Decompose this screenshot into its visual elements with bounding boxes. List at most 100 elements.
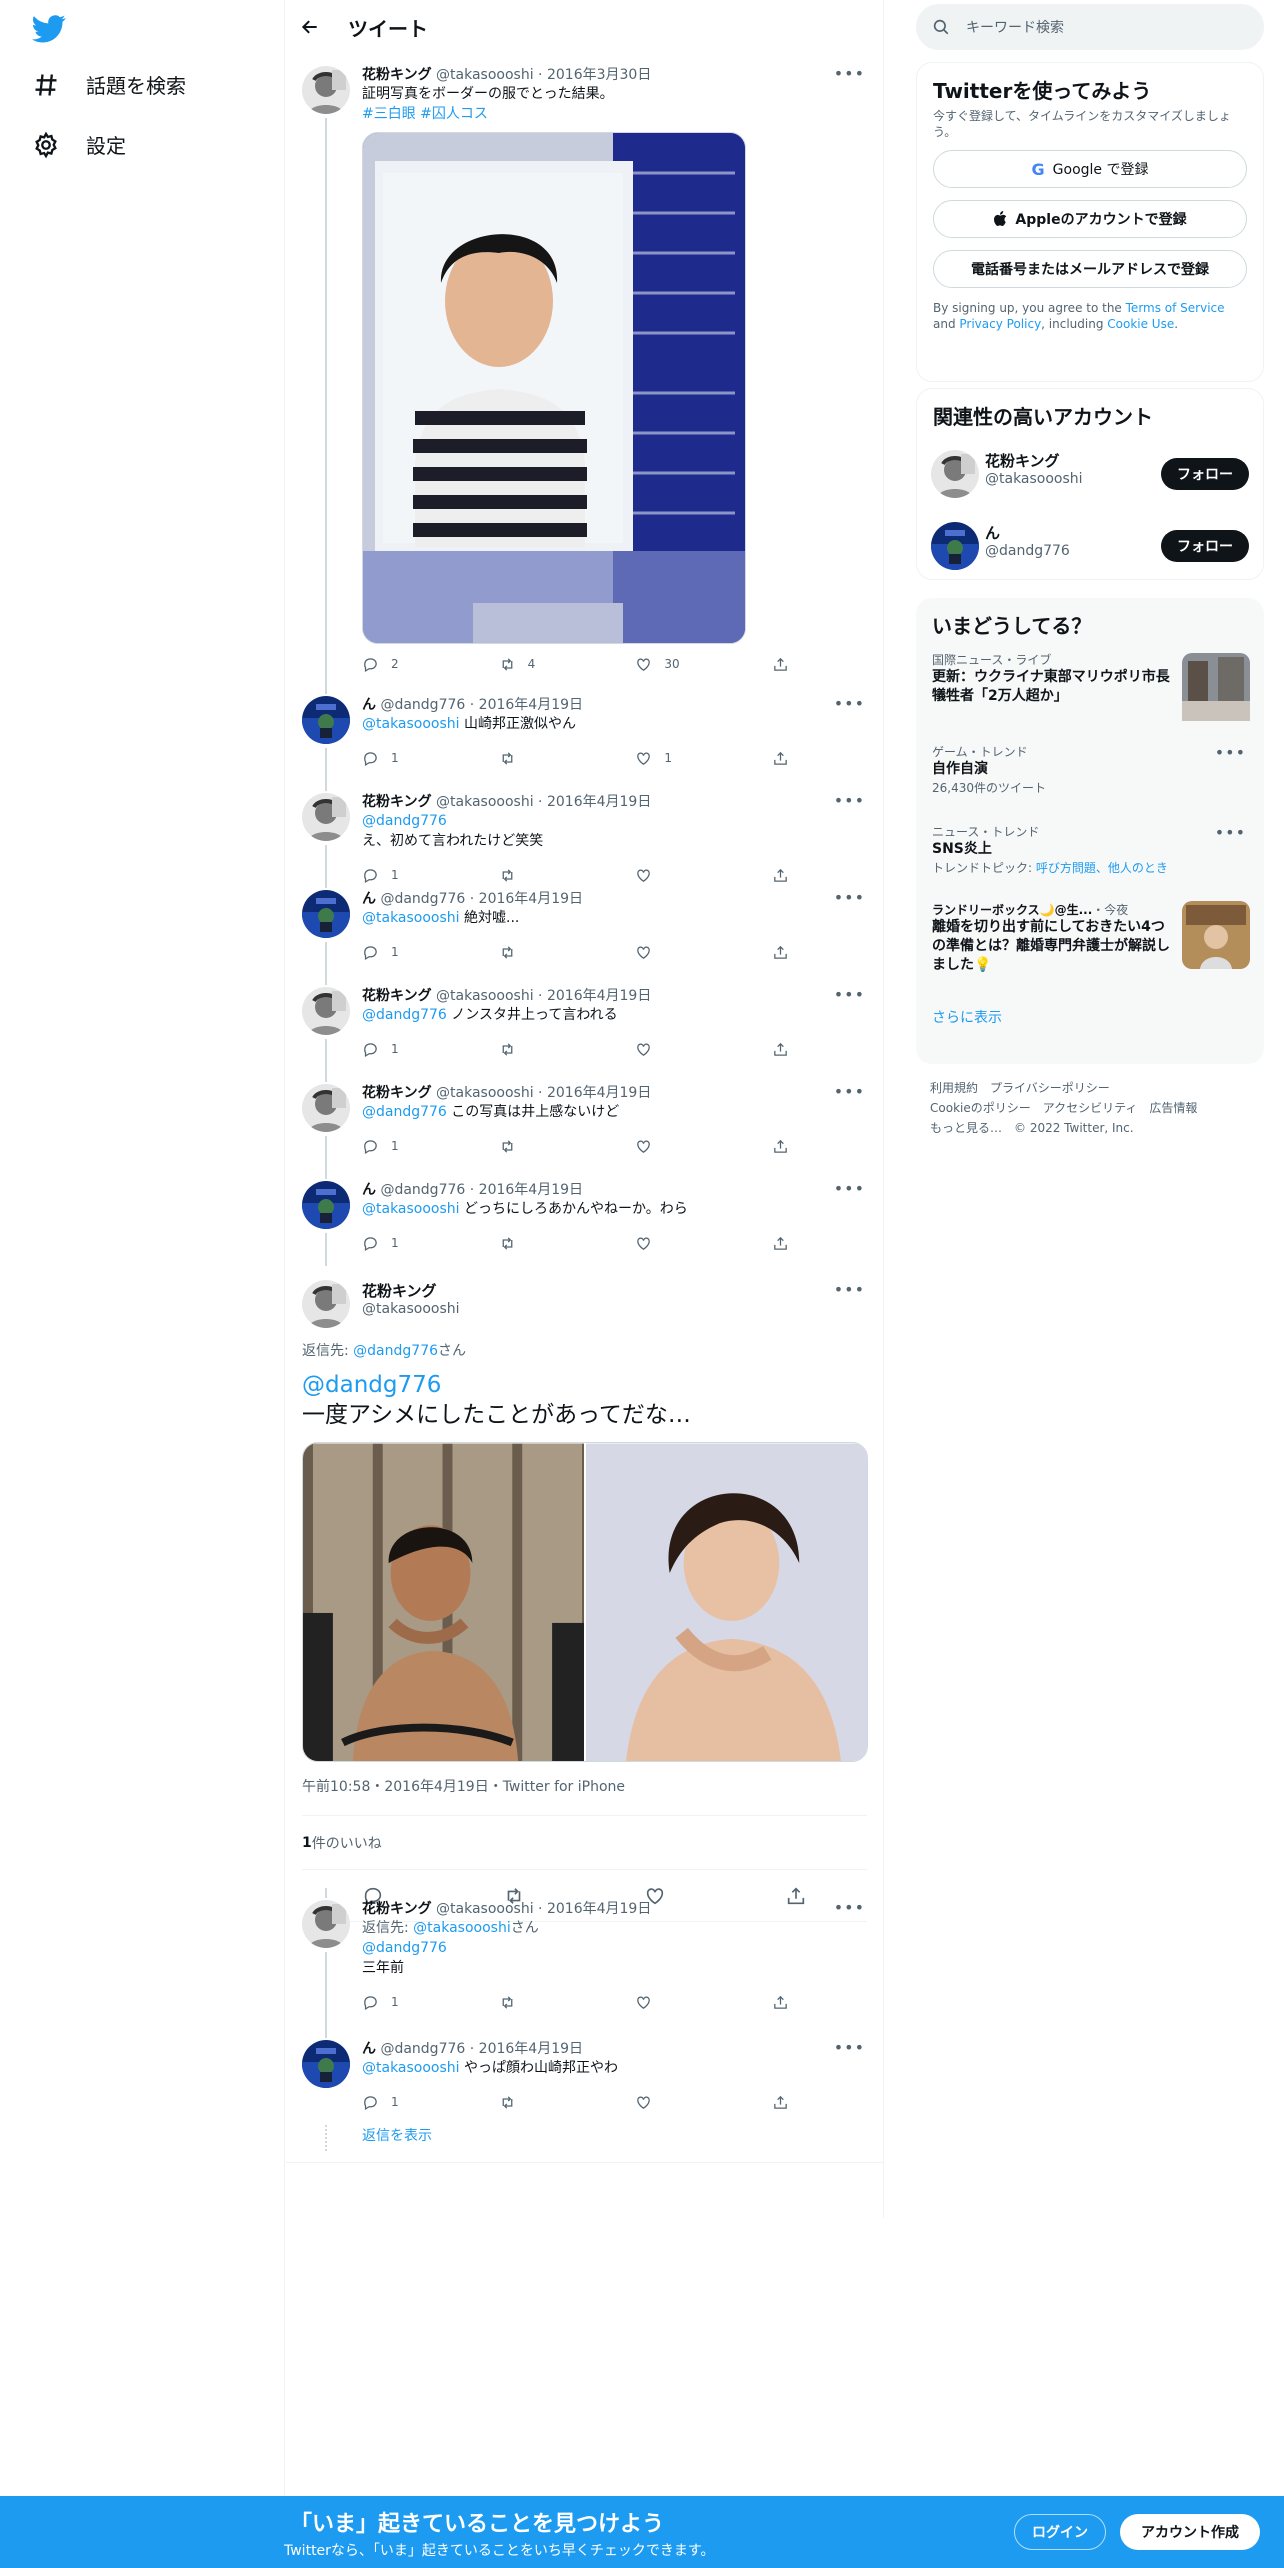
avatar[interactable] [302,793,350,841]
author-handle[interactable]: @dandg776 [380,891,465,907]
share-button[interactable] [772,656,792,673]
reply-button[interactable]: 1 [362,1994,412,2011]
like-button[interactable] [635,1041,685,1058]
like-button[interactable] [635,1235,685,1252]
avatar[interactable] [302,2040,350,2088]
footer-line-3[interactable]: もっと見る… © 2022 Twitter, Inc. [930,1118,1250,1138]
more-icon[interactable]: ••• [834,791,865,810]
reply-to-link[interactable]: @dandg776 [353,1343,438,1359]
likes-row[interactable]: 1 件のいいね [302,1816,867,1870]
trend-thumbnail[interactable] [1182,901,1250,969]
reply-to-link[interactable]: @takasoooshi [413,1920,511,1936]
tweet-date[interactable]: 2016年4月19日 [479,2041,583,2057]
tweet-date[interactable]: 2016年4月19日 [547,988,651,1004]
reply-tweet[interactable]: ん @dandg776 · 2016年4月19日 ••• @takasoooshi … [286,1169,883,1266]
like-button[interactable]: 1 [635,750,685,767]
avatar[interactable] [302,987,350,1035]
search-box[interactable]: キーワード検索 [916,4,1264,50]
author-name[interactable]: ん [362,697,376,713]
more-icon[interactable]: ••• [1215,743,1246,762]
privacy-link[interactable]: Privacy Policy [959,317,1041,331]
share-button[interactable] [772,1041,792,1058]
tweet-date[interactable]: 2016年3月30日 [547,67,651,83]
author-handle[interactable]: @dandg776 [380,697,465,713]
reply-tweet[interactable]: ん @dandg776 · 2016年4月19日 ••• @takasoooshi … [286,2028,883,2125]
reply-button[interactable]: 1 [362,1041,412,1058]
author-handle[interactable]: @takasoooshi [436,794,534,810]
retweet-button[interactable] [499,1994,549,2011]
trend-3[interactable]: ランドリーボックス🌙@生...・今夜 離婚を切り出す前にしておきたい4つの準備と… [916,901,1264,1007]
author-name[interactable]: 花粉キング [362,67,432,83]
terms-link[interactable]: Terms of Service [1126,301,1225,315]
more-icon[interactable]: ••• [834,1082,865,1101]
like-button[interactable] [635,944,685,961]
author-name[interactable]: 花粉キング [362,1901,432,1917]
share-button[interactable] [772,750,792,767]
author-handle[interactable]: @takasoooshi [436,67,534,83]
trends-more-link[interactable]: さらに表示 [916,1007,1264,1027]
like-button[interactable] [635,1138,685,1155]
avatar[interactable] [302,1084,350,1132]
author-handle[interactable]: @takasoooshi [362,1301,460,1317]
reply-button[interactable]: 2 [362,656,412,673]
share-button[interactable] [772,1138,792,1155]
signup-button[interactable]: アカウント作成 [1120,2514,1260,2550]
author-name[interactable]: 花粉キング [362,794,432,810]
author-handle[interactable]: @dandg776 [380,2041,465,2057]
mention-link[interactable]: @dandg776 [362,1938,867,1958]
tweet-date[interactable]: 2016年4月19日 [479,891,583,907]
more-icon[interactable]: ••• [834,64,865,83]
author-handle[interactable]: @dandg776 [380,1182,465,1198]
follow-button[interactable]: フォロー [1161,530,1249,562]
author-handle[interactable]: @takasoooshi [436,988,534,1004]
reply-tweet[interactable]: ん @dandg776 · 2016年4月19日 ••• @takasoooshi … [286,878,883,975]
related-account-0[interactable]: 花粉キング @takasoooshi フォロー [917,442,1263,514]
trend-1[interactable]: ゲーム・トレンド 自作自演 26,430件のツイート ••• [916,743,1264,823]
reply-button[interactable]: 1 [362,1138,412,1155]
avatar[interactable] [302,66,350,114]
trend-0[interactable]: 国際ニュース・ライブ 更新：ウクライナ東部マリウポリ市長 犠牲者「2万人超か」 [916,651,1264,743]
more-icon[interactable]: ••• [834,1280,865,1299]
reply-tweet[interactable]: ん @dandg776 · 2016年4月19日 ••• @takasoooshi … [286,684,883,781]
like-button[interactable] [635,2094,685,2111]
back-arrow-icon[interactable] [300,17,320,37]
related-account-1[interactable]: ん @dandg776 フォロー [917,514,1263,586]
id-photo[interactable] [362,132,746,644]
tweet-date[interactable]: 2016年4月19日 [479,1182,583,1198]
reply-tweet[interactable]: 花粉キング @takasoooshi · 2016年4月19日 ••• @dandg… [286,781,883,878]
photo-2[interactable] [586,1443,867,1762]
retweet-button[interactable]: 4 [499,656,549,673]
mention-link[interactable]: @dandg776 [302,1370,867,1400]
focused-author[interactable]: 花粉キング @takasoooshi [302,1280,867,1340]
tweet-date[interactable]: 2016年4月19日 [547,794,651,810]
share-button[interactable] [772,1235,792,1252]
tweet-date[interactable]: 2016年4月19日 [547,1901,651,1917]
mention-link[interactable]: @takasoooshi [362,1201,460,1217]
mention-link[interactable]: @takasoooshi [362,2060,460,2076]
cookie-link[interactable]: Cookie Use [1107,317,1174,331]
follow-button[interactable]: フォロー [1161,458,1249,490]
tweet-date[interactable]: 2016年4月19日 [479,697,583,713]
retweet-button[interactable] [499,1041,549,1058]
more-icon[interactable]: ••• [834,888,865,907]
avatar[interactable] [302,696,350,744]
show-replies-link[interactable]: 返信を表示 [362,2128,432,2144]
avatar[interactable] [302,1280,350,1328]
author-name[interactable]: ん [362,891,376,907]
avatar[interactable] [302,1181,350,1229]
avatar[interactable] [302,890,350,938]
author-name[interactable]: 花粉キング [362,1085,432,1101]
trend-thumbnail[interactable] [1182,653,1250,721]
author-name[interactable]: ん [362,2041,376,2057]
more-icon[interactable]: ••• [1215,823,1246,842]
mention-link[interactable]: @dandg776 [362,1007,447,1023]
reply-tweet[interactable]: 花粉キング @takasoooshi · 2016年4月19日 ••• @dandg… [286,1072,883,1169]
more-icon[interactable]: ••• [834,1179,865,1198]
mention-link[interactable]: @dandg776 [362,1104,447,1120]
author-name[interactable]: 花粉キング [362,988,432,1004]
login-button[interactable]: ログイン [1014,2514,1106,2550]
tweet-hashtags[interactable]: #三白眼 #囚人コス [362,104,867,124]
reply-button[interactable]: 1 [362,1235,412,1252]
reply-button[interactable]: 1 [362,944,412,961]
share-button[interactable] [772,2094,792,2111]
